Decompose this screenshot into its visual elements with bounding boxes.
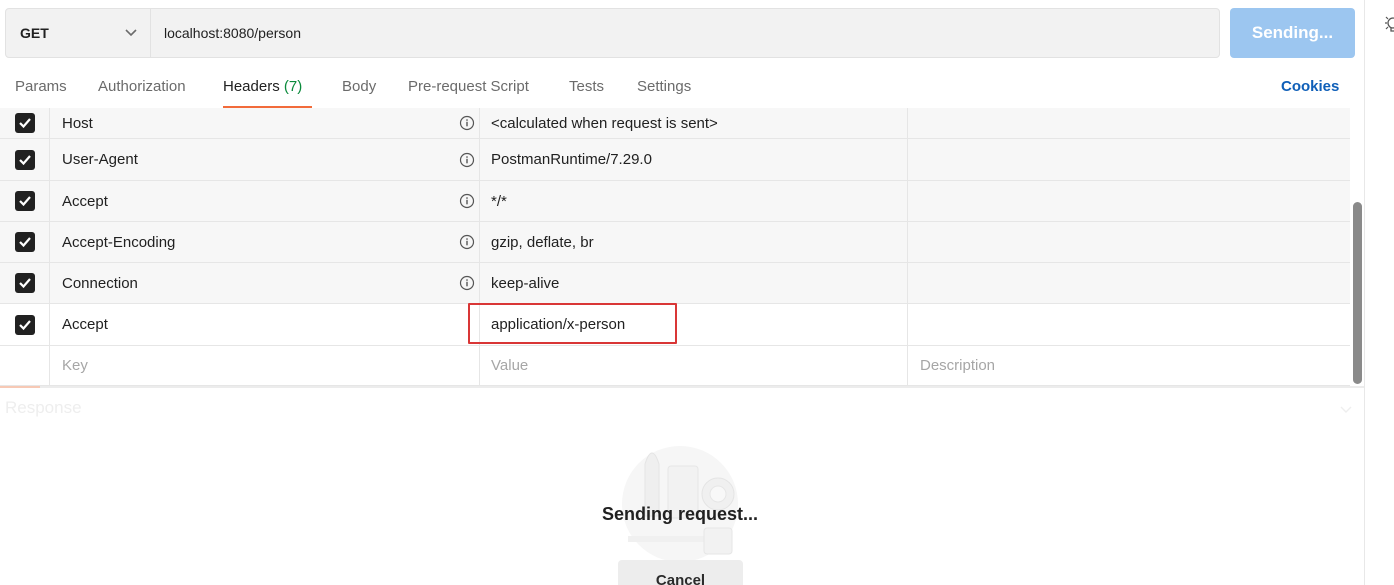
info-icon[interactable] xyxy=(459,115,475,131)
info-icon[interactable] xyxy=(459,234,475,250)
request-bar: GET localhost:8080/person xyxy=(5,8,1220,58)
new-header-value-input[interactable]: Value xyxy=(480,346,908,385)
header-key[interactable]: Accept-Encoding xyxy=(50,222,480,262)
tab-pre-request-script[interactable]: Pre-request Script xyxy=(408,78,529,95)
info-icon[interactable] xyxy=(459,152,475,168)
header-description[interactable] xyxy=(908,304,1350,345)
cancel-button[interactable]: Cancel xyxy=(618,560,743,585)
header-description[interactable] xyxy=(908,139,1350,180)
info-icon[interactable] xyxy=(459,193,475,209)
tab-headers-label: Headers xyxy=(223,78,280,95)
header-description[interactable] xyxy=(908,108,1350,138)
header-enabled-checkbox[interactable] xyxy=(0,304,50,345)
header-enabled-checkbox[interactable] xyxy=(0,181,50,221)
checkmark-icon xyxy=(14,314,35,335)
checkmark-icon xyxy=(14,149,35,170)
header-row: Accept-Encoding gzip, deflate, br xyxy=(0,222,1350,263)
url-input[interactable]: localhost:8080/person xyxy=(151,9,1219,57)
cookies-link[interactable]: Cookies xyxy=(1281,78,1339,95)
method-select[interactable]: GET xyxy=(6,9,151,57)
checkmark-icon xyxy=(14,232,35,252)
header-description[interactable] xyxy=(908,222,1350,262)
header-key[interactable]: Connection xyxy=(50,263,480,303)
header-value[interactable]: <calculated when request is sent> xyxy=(480,108,908,138)
header-description[interactable] xyxy=(908,263,1350,303)
header-key[interactable]: Accept xyxy=(50,304,480,345)
method-label: GET xyxy=(20,25,49,41)
lightbulb-icon[interactable] xyxy=(1382,14,1394,36)
header-key-text: User-Agent xyxy=(62,151,138,168)
header-key[interactable]: User-Agent xyxy=(50,139,480,180)
tab-tests[interactable]: Tests xyxy=(569,78,604,95)
header-key[interactable]: Host xyxy=(50,108,480,138)
cancel-button-label: Cancel xyxy=(655,572,706,585)
header-value[interactable]: keep-alive xyxy=(480,263,908,303)
header-key-text: Accept-Encoding xyxy=(62,233,176,251)
header-key-text: Connection xyxy=(62,274,138,292)
header-value[interactable]: gzip, deflate, br xyxy=(480,222,908,262)
scrollbar-thumb[interactable] xyxy=(1353,202,1362,384)
header-key-text: Accept xyxy=(62,192,108,210)
header-enabled-checkbox[interactable] xyxy=(0,139,50,180)
checkmark-icon xyxy=(14,191,35,211)
resize-handle[interactable] xyxy=(0,386,40,388)
header-enabled-checkbox[interactable] xyxy=(0,108,50,138)
tab-settings[interactable]: Settings xyxy=(637,78,691,95)
new-row-checkbox-cell xyxy=(0,346,50,385)
tab-params[interactable]: Params xyxy=(15,78,67,95)
highlight-annotation xyxy=(468,303,677,344)
tab-authorization[interactable]: Authorization xyxy=(98,78,186,95)
sending-status-text: Sending request... xyxy=(601,504,759,524)
new-header-row: Key Value Description xyxy=(0,346,1350,386)
checkmark-icon xyxy=(14,113,35,133)
header-key[interactable]: Accept xyxy=(50,181,480,221)
request-tabs: Params Authorization Headers (7) Body Pr… xyxy=(0,68,1364,108)
new-header-key-input[interactable]: Key xyxy=(50,346,480,385)
rocket-launch-illustration xyxy=(600,436,760,566)
new-header-description-input[interactable]: Description xyxy=(908,346,1350,385)
header-description[interactable] xyxy=(908,181,1350,221)
chevron-down-icon[interactable] xyxy=(1339,402,1353,416)
headers-count-badge: (7) xyxy=(283,78,303,95)
send-button[interactable]: Sending... xyxy=(1230,8,1355,58)
header-enabled-checkbox[interactable] xyxy=(0,263,50,303)
header-enabled-checkbox[interactable] xyxy=(0,222,50,262)
header-key-text: Host xyxy=(62,114,93,132)
header-value[interactable]: */* xyxy=(480,181,908,221)
panel-divider xyxy=(1364,0,1365,585)
header-row: User-Agent PostmanRuntime/7.29.0 xyxy=(0,139,1350,181)
tab-body[interactable]: Body xyxy=(342,78,376,95)
header-row: Host <calculated when request is sent> xyxy=(0,108,1350,139)
response-heading: Response xyxy=(5,398,82,417)
section-divider xyxy=(0,386,1364,388)
header-row: Connection keep-alive xyxy=(0,263,1350,304)
header-row: Accept */* xyxy=(0,181,1350,222)
checkmark-icon xyxy=(14,273,35,293)
header-value[interactable]: PostmanRuntime/7.29.0 xyxy=(480,139,908,180)
chevron-down-icon xyxy=(124,26,138,40)
info-icon[interactable] xyxy=(459,275,475,291)
tab-headers[interactable]: Headers (7) xyxy=(223,78,302,95)
